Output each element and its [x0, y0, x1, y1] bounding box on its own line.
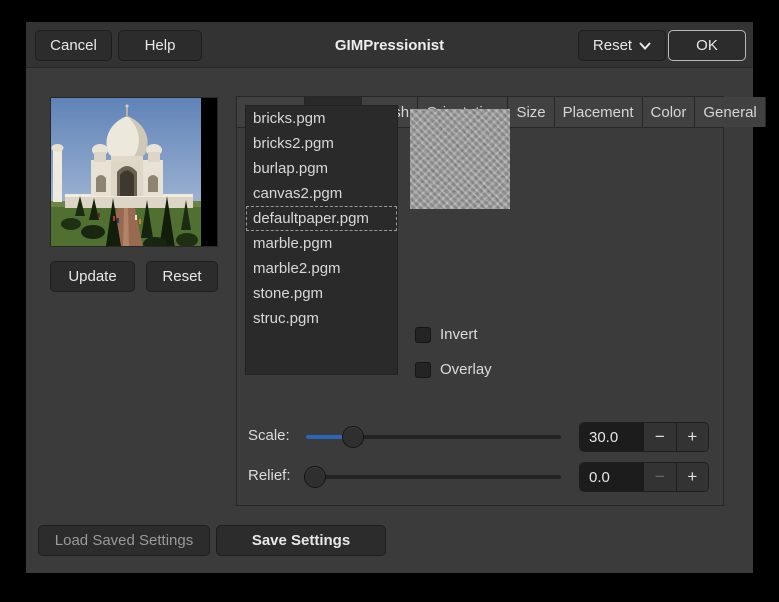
paper-noise-overlay [410, 109, 510, 209]
ok-button-label: OK [696, 37, 718, 54]
save-settings-button[interactable]: Save Settings [216, 525, 386, 556]
invert-checkbox[interactable] [415, 327, 431, 343]
scale-row: Scale: 30.0 − + [237, 422, 725, 452]
chevron-down-icon [639, 42, 651, 50]
list-item[interactable]: stone.pgm [246, 281, 397, 306]
tab-placement[interactable]: Placement [555, 97, 643, 127]
overlay-checkbox[interactable] [415, 362, 431, 378]
relief-slider[interactable] [306, 475, 561, 479]
scale-increment-button[interactable]: + [676, 423, 708, 451]
settings-notebook: Presets Paper Brush Orientation Size Pla… [236, 96, 724, 506]
paper-texture-preview [410, 109, 510, 209]
list-item[interactable]: struc.pgm [246, 306, 397, 331]
invert-label: Invert [440, 326, 478, 343]
relief-slider-thumb[interactable] [304, 466, 326, 488]
relief-label: Relief: [248, 467, 291, 484]
overlay-label: Overlay [440, 361, 492, 378]
cancel-button[interactable]: Cancel [35, 30, 112, 61]
preview-reset-button[interactable]: Reset [146, 261, 218, 292]
scale-label: Scale: [248, 427, 290, 444]
list-item-selected[interactable]: defaultpaper.pgm [246, 206, 397, 231]
scale-spinbox: 30.0 − + [579, 422, 709, 452]
scale-value-input[interactable]: 30.0 [580, 423, 643, 451]
tab-size[interactable]: Size [508, 97, 554, 127]
help-button-label: Help [145, 37, 176, 54]
list-item[interactable]: bricks2.pgm [246, 131, 397, 156]
taj-mahal-photo [51, 98, 201, 247]
list-item[interactable]: canvas2.pgm [246, 181, 397, 206]
tab-size-label: Size [516, 104, 545, 121]
gimpressionist-dialog: GIMPressionist Cancel Help Reset OK [26, 22, 753, 573]
reset-dropdown-label: Reset [593, 37, 632, 54]
relief-spinbox: 0.0 − + [579, 462, 709, 492]
list-item[interactable]: marble2.pgm [246, 256, 397, 281]
list-item[interactable]: burlap.pgm [246, 156, 397, 181]
overlay-checkbox-row: Overlay [415, 361, 492, 378]
tab-general[interactable]: General [695, 97, 765, 127]
cancel-button-label: Cancel [50, 37, 97, 54]
relief-decrement-button[interactable]: − [643, 463, 675, 491]
preview-reset-button-label: Reset [162, 268, 201, 285]
scale-slider[interactable] [306, 435, 561, 439]
tab-placement-label: Placement [563, 104, 634, 121]
scale-decrement-button[interactable]: − [643, 423, 675, 451]
invert-checkbox-row: Invert [415, 326, 478, 343]
ok-button[interactable]: OK [668, 30, 746, 61]
tab-general-label: General [703, 104, 756, 121]
reset-dropdown-button[interactable]: Reset [578, 30, 666, 61]
update-button-label: Update [68, 268, 116, 285]
relief-row: Relief: 0.0 − + [237, 462, 725, 492]
tab-color[interactable]: Color [643, 97, 696, 127]
tab-color-label: Color [651, 104, 687, 121]
load-saved-settings-button[interactable]: Load Saved Settings [38, 525, 210, 556]
save-settings-label: Save Settings [252, 532, 350, 549]
help-button[interactable]: Help [118, 30, 202, 61]
relief-value-input[interactable]: 0.0 [580, 463, 643, 491]
list-item[interactable]: bricks.pgm [246, 106, 397, 131]
dialog-header: GIMPressionist Cancel Help Reset OK [26, 22, 753, 68]
list-item[interactable]: marble.pgm [246, 231, 397, 256]
update-button[interactable]: Update [50, 261, 135, 292]
scale-slider-thumb[interactable] [342, 426, 364, 448]
preview-image [50, 97, 218, 247]
load-saved-settings-label: Load Saved Settings [55, 532, 193, 549]
paper-texture-list[interactable]: bricks.pgm bricks2.pgm burlap.pgm canvas… [245, 105, 398, 375]
relief-increment-button[interactable]: + [676, 463, 708, 491]
